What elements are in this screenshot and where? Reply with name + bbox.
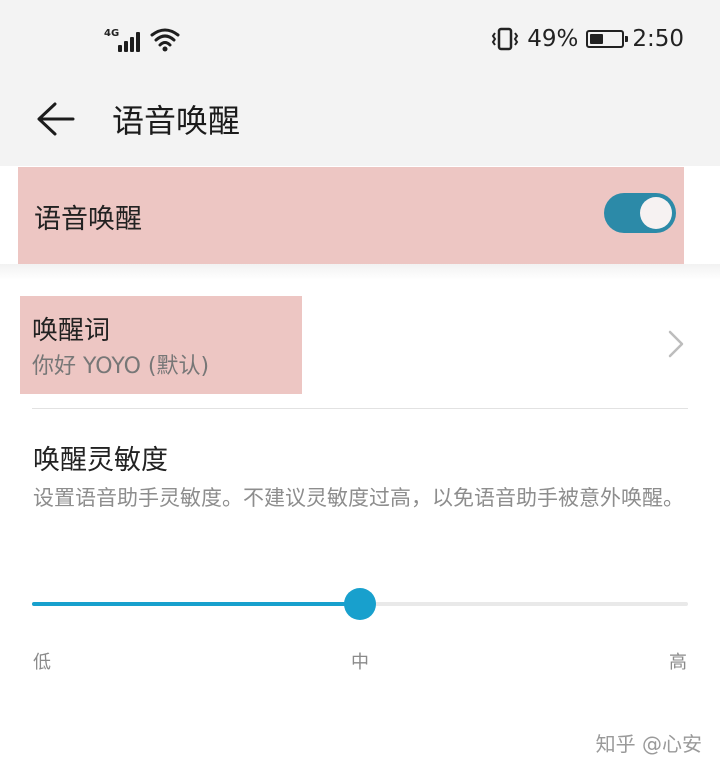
app-header: 语音唤醒 bbox=[0, 82, 720, 166]
wake-word-row[interactable]: 唤醒词 你好 YOYO (默认) bbox=[20, 296, 302, 394]
slider-thumb[interactable] bbox=[344, 588, 376, 620]
sensitivity-description: 设置语音助手灵敏度。不建议灵敏度过高，以免语音助手被意外唤醒。 bbox=[33, 486, 684, 510]
status-bar: 4G 49% 2:50 bbox=[0, 0, 720, 82]
network-type: 4G bbox=[104, 28, 120, 39]
watermark: 知乎 @心安 bbox=[595, 732, 702, 756]
page-title: 语音唤醒 bbox=[112, 102, 241, 140]
sensitivity-low-label: 低 bbox=[33, 652, 51, 673]
voice-wake-toggle[interactable] bbox=[604, 193, 676, 233]
chevron-right-icon[interactable] bbox=[664, 328, 688, 360]
signal-icon: 4G bbox=[104, 26, 142, 52]
slider-fill bbox=[32, 602, 360, 606]
status-left: 4G bbox=[104, 26, 180, 52]
divider bbox=[32, 408, 688, 409]
sensitivity-title: 唤醒灵敏度 bbox=[33, 445, 168, 476]
battery-icon bbox=[586, 30, 629, 48]
status-right: 49% 2:50 bbox=[491, 26, 684, 52]
sensitivity-slider[interactable] bbox=[32, 588, 688, 620]
wake-word-value: 你好 YOYO (默认) bbox=[32, 354, 210, 379]
voice-wake-row[interactable]: 语音唤醒 bbox=[18, 167, 684, 264]
battery-fill bbox=[590, 34, 603, 44]
wifi-icon bbox=[150, 28, 180, 52]
sensitivity-high-label: 高 bbox=[669, 652, 687, 673]
section-separator bbox=[0, 264, 720, 280]
wake-word-title: 唤醒词 bbox=[32, 316, 111, 346]
clock: 2:50 bbox=[632, 26, 684, 52]
vibrate-icon bbox=[492, 27, 519, 51]
voice-wake-label: 语音唤醒 bbox=[34, 204, 142, 235]
toggle-knob bbox=[640, 197, 672, 229]
back-button[interactable] bbox=[30, 94, 80, 144]
battery-percent: 49% bbox=[527, 26, 579, 52]
back-arrow-icon bbox=[37, 102, 75, 136]
sensitivity-mid-label: 中 bbox=[351, 652, 369, 673]
